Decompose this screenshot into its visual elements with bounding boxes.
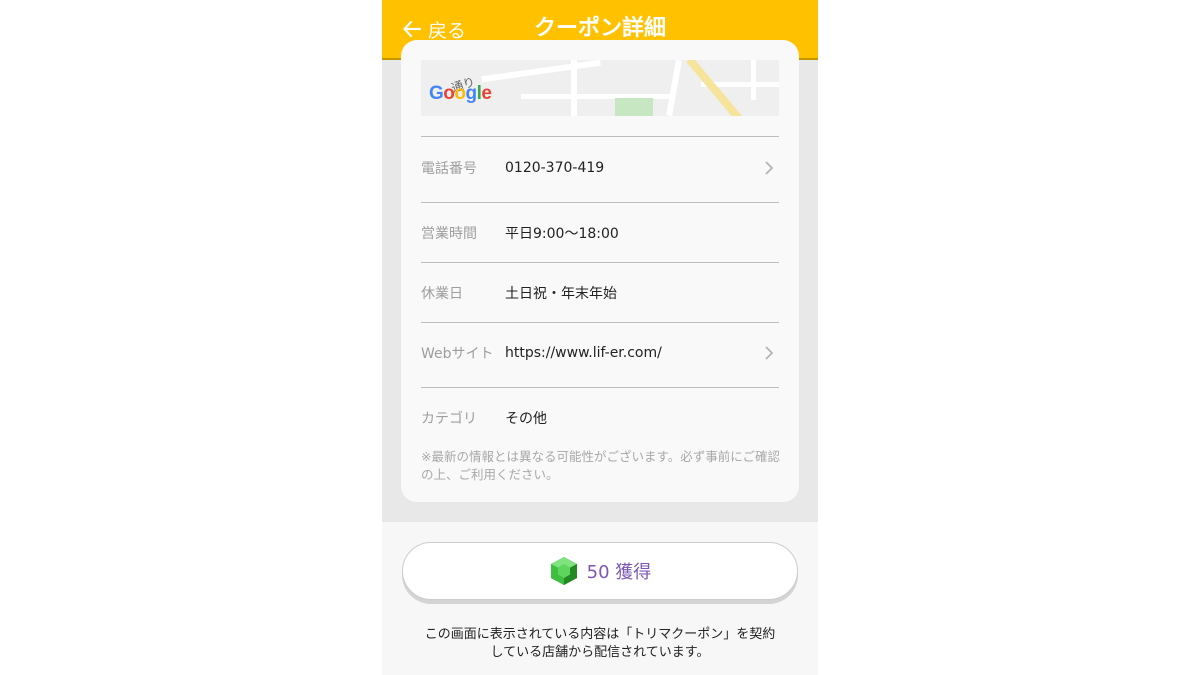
google-logo: Google (429, 83, 492, 104)
disclaimer-note: ※最新の情報とは異なる可能性がございます。必ず事前にご確認の上、ご利用ください。 (421, 449, 780, 482)
category-label: カテゴリ (421, 411, 477, 427)
website-label: Webサイト (421, 346, 494, 362)
website-value[interactable]: https://www.lif-er.com/ (505, 345, 759, 361)
get-points-label: 50 獲得 (586, 562, 652, 583)
map-view[interactable]: 通り Google (421, 60, 779, 116)
hours-label: 営業時間 (421, 226, 477, 242)
footer-line: している店舗から配信されています。 (490, 645, 710, 660)
phone-row[interactable]: 電話番号 0120-370-419 (421, 138, 779, 198)
hours-value: 平日9:00〜18:00 (505, 226, 619, 242)
store-info-card: 通り Google 電話番号 0120-370-419 営業時間 平日9:00〜… (401, 40, 799, 502)
phone-label: 電話番号 (421, 161, 477, 177)
bottom-panel: 50 獲得 この画面に表示されている内容は「トリマクーポン」を契約 している店舗… (382, 522, 818, 675)
holiday-value: 土日祝・年末年始 (505, 286, 617, 302)
chevron-right-icon (759, 160, 779, 176)
green-gem-icon (549, 556, 579, 586)
hours-row: 営業時間 平日9:00〜18:00 (421, 203, 779, 263)
footer-line: この画面に表示されている内容は「トリマクーポン」を契約 (424, 627, 776, 642)
arrow-left-icon (403, 20, 422, 38)
map-park (615, 98, 653, 116)
divider (421, 136, 779, 137)
chevron-right-icon (759, 345, 779, 361)
app-screen: 戻る クーポン詳細 通り Google 電話番号 0120-370-419 営業… (382, 0, 818, 675)
category-value: その他 (505, 411, 547, 427)
holiday-label: 休業日 (421, 286, 463, 302)
get-points-button[interactable]: 50 獲得 (402, 542, 798, 600)
footer-notice: この画面に表示されている内容は「トリマクーポン」を契約 している店舗から配信され… (392, 626, 808, 662)
category-row: カテゴリ その他 (421, 388, 779, 448)
website-row[interactable]: Webサイト https://www.lif-er.com/ (421, 323, 779, 383)
holiday-row: 休業日 土日祝・年末年始 (421, 263, 779, 323)
back-label: 戻る (428, 19, 467, 42)
phone-value: 0120-370-419 (505, 160, 605, 176)
